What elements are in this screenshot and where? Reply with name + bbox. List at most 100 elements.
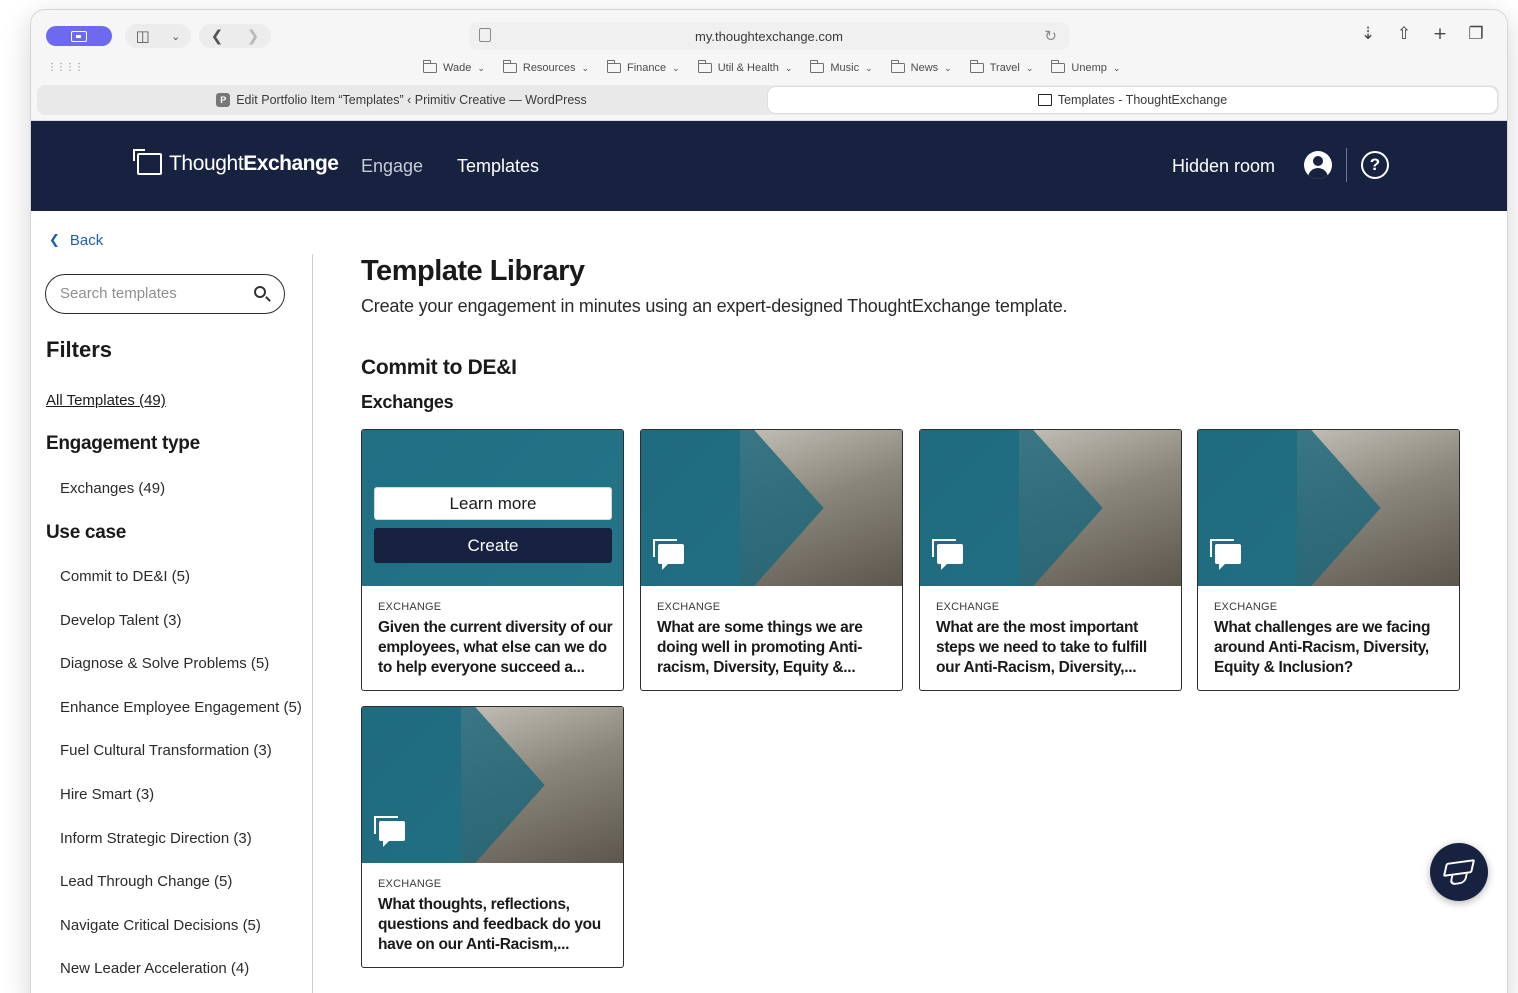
filter-use-case[interactable]: Inform Strategic Direction (3)	[60, 830, 302, 874]
help-icon[interactable]: ?	[1361, 151, 1389, 179]
bookmark-folder[interactable]: Unemp ⌄	[1051, 60, 1120, 74]
filter-use-case[interactable]: New Leader Acceleration (4)	[60, 960, 302, 993]
card-question: Given the current diversity of our emplo…	[378, 619, 613, 676]
bookmarks-bar: Wade ⌄ Resources ⌄ Finance ⌄ Util & Health ⌄…	[423, 60, 1120, 74]
back-arrow-icon[interactable]: ❮	[211, 28, 224, 44]
template-card[interactable]: Learn more Create EXCHANGE Given the cur…	[361, 429, 624, 691]
chevron-down-icon: ⌄	[672, 62, 680, 73]
create-button[interactable]: Create	[374, 528, 612, 563]
card-type: EXCHANGE	[1214, 601, 1278, 613]
chevron-down-icon: ⌄	[581, 62, 589, 73]
chat-bubbles-icon	[1210, 539, 1241, 570]
bookmark-folder[interactable]: News ⌄	[890, 60, 952, 74]
wordpress-favicon: P	[216, 93, 231, 107]
sidebar-icon	[71, 30, 87, 42]
share-icon[interactable]: ⇧	[1393, 24, 1415, 44]
nav-templates[interactable]: Templates	[457, 156, 539, 177]
url-text: my.thoughtexchange.com	[695, 28, 843, 44]
bookmark-label: Finance	[627, 62, 667, 74]
forward-arrow-icon[interactable]: ❯	[247, 28, 260, 44]
user-avatar-icon[interactable]	[1304, 151, 1332, 179]
card-image	[362, 707, 623, 863]
graduation-cap-icon	[1442, 859, 1476, 877]
card-question: What are the most important steps we nee…	[936, 619, 1147, 676]
logo-icon	[133, 149, 162, 175]
learn-more-button[interactable]: Learn more	[374, 487, 612, 520]
bookmark-folder[interactable]: Wade ⌄	[423, 60, 485, 74]
bookmark-label: Unemp	[1071, 62, 1107, 74]
tab-title: Edit Portfolio Item “Templates” ‹ Primit…	[236, 93, 587, 107]
engagement-type-heading: Engagement type	[46, 433, 200, 454]
sidebar-toggle-button[interactable]	[46, 26, 112, 46]
card-question: What are some things we are doing well i…	[657, 619, 863, 676]
tab-title: Templates - ThoughtExchange	[1057, 93, 1228, 107]
filter-use-case[interactable]: Fuel Cultural Transformation (3)	[60, 742, 302, 786]
template-card[interactable]: EXCHANGE What thoughts, reflections, que…	[361, 706, 624, 968]
tab-overview-button[interactable]: ◫ ⌄	[125, 24, 191, 48]
chevron-down-icon: ⌄	[171, 29, 181, 43]
bookmark-label: Music	[830, 62, 860, 74]
chevron-down-icon: ⌄	[477, 62, 485, 73]
folder-icon	[423, 60, 437, 73]
folder-icon	[607, 60, 621, 73]
bookmark-folder[interactable]: Travel ⌄	[969, 60, 1033, 74]
filter-exchanges[interactable]: Exchanges (49)	[60, 480, 165, 497]
favorites-grid-icon[interactable]: ⋮⋮⋮⋮	[47, 62, 84, 73]
filter-use-case[interactable]: Lead Through Change (5)	[60, 873, 302, 917]
bookmark-label: Resources	[522, 62, 576, 74]
browser-window: ◫ ⌄ ❮ ❯ my.thoughtexchange.com ↻ ⇣ ⇧ + ❐…	[31, 10, 1507, 993]
tab-wordpress[interactable]: P Edit Portfolio Item “Templates” ‹ Prim…	[37, 85, 766, 115]
filter-use-case[interactable]: Hire Smart (3)	[60, 786, 302, 830]
thoughtexchange-favicon	[1037, 94, 1052, 106]
bookmark-folder[interactable]: Util & Health ⌄	[697, 60, 792, 74]
page-subtitle: Create your engagement in minutes using …	[361, 296, 1068, 316]
back-link[interactable]: ❮ Back	[49, 232, 103, 249]
search-input[interactable]	[60, 285, 250, 302]
filter-use-case[interactable]: Navigate Critical Decisions (5)	[60, 917, 302, 961]
bookmark-folder[interactable]: Finance ⌄	[607, 60, 680, 74]
tabs-icon: ◫	[135, 26, 150, 45]
reader-icon[interactable]	[479, 28, 491, 42]
reload-icon[interactable]: ↻	[1044, 27, 1057, 45]
thoughtexchange-logo[interactable]: ThoughtExchange	[133, 149, 339, 176]
history-nav: ❮ ❯	[199, 24, 271, 48]
room-name[interactable]: Hidden room	[1172, 156, 1275, 177]
template-card[interactable]: EXCHANGE What challenges are we facing a…	[1197, 429, 1460, 691]
search-icon[interactable]	[254, 286, 266, 298]
address-bar[interactable]: my.thoughtexchange.com ↻	[469, 22, 1069, 50]
browser-toolbar: ◫ ⌄ ❮ ❯ my.thoughtexchange.com ↻ ⇣ ⇧ + ❐…	[31, 10, 1507, 121]
chevron-down-icon: ⌄	[944, 62, 952, 73]
chevron-left-icon: ❮	[49, 233, 60, 248]
template-card[interactable]: EXCHANGE What are the most important ste…	[919, 429, 1182, 691]
filters-heading: Filters	[46, 337, 113, 362]
download-icon[interactable]: ⇣	[1357, 24, 1379, 44]
filter-use-case[interactable]: Enhance Employee Engagement (5)	[60, 699, 302, 743]
chevron-down-icon: ⌄	[865, 62, 873, 73]
sidebar-divider	[312, 254, 313, 993]
bookmark-label: Travel	[989, 62, 1020, 74]
chat-bubbles-icon	[653, 539, 684, 570]
new-tab-icon[interactable]: +	[1429, 24, 1451, 44]
folder-icon	[697, 60, 712, 73]
template-card[interactable]: EXCHANGE What are some things we are doi…	[640, 429, 903, 691]
learning-center-button[interactable]	[1430, 843, 1488, 901]
bookmark-label: Wade	[443, 62, 472, 74]
tab-bar: P Edit Portfolio Item “Templates” ‹ Prim…	[37, 85, 1499, 115]
bookmark-folder[interactable]: Music ⌄	[810, 60, 873, 74]
tab-thoughtexchange[interactable]: Templates - ThoughtExchange	[768, 87, 1497, 113]
card-type: EXCHANGE	[657, 601, 721, 613]
filter-use-case[interactable]: Diagnose & Solve Problems (5)	[60, 655, 302, 699]
back-label: Back	[69, 232, 104, 249]
filter-use-case[interactable]: Develop Talent (3)	[60, 612, 302, 656]
bookmark-folder[interactable]: Resources ⌄	[502, 60, 589, 74]
folder-icon	[969, 60, 984, 73]
nav-engage[interactable]: Engage	[361, 156, 423, 177]
folder-icon	[810, 60, 825, 73]
search-box	[45, 274, 285, 314]
filter-all-templates[interactable]: All Templates (49)	[46, 392, 166, 409]
filter-use-case[interactable]: Commit to DE&I (5)	[60, 568, 302, 612]
card-question: What thoughts, reflections, questions an…	[378, 896, 601, 953]
card-type: EXCHANGE	[378, 601, 442, 613]
card-image	[1198, 430, 1459, 586]
tab-windows-icon[interactable]: ❐	[1465, 24, 1487, 44]
